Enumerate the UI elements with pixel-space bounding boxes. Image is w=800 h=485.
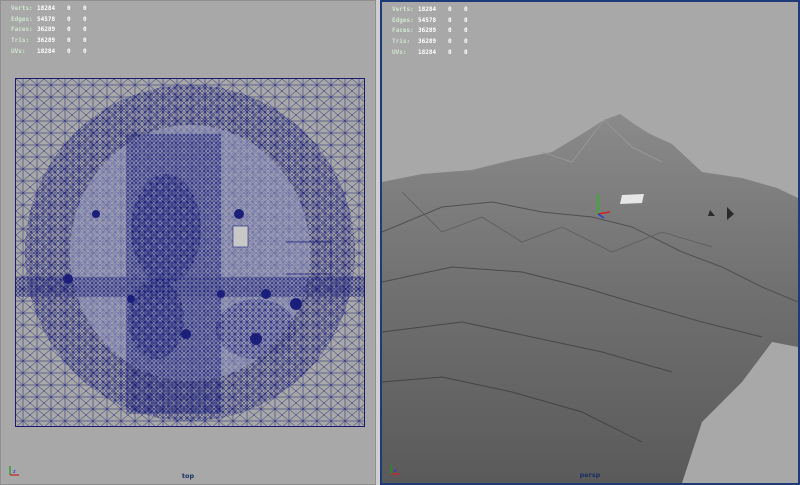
- terrain-wireframe-top[interactable]: [15, 78, 365, 427]
- top-viewport[interactable]: Verts: 18284 0 0 Edges: 54578 0 0 Faces: 36289 0…: [0, 0, 376, 485]
- terrain-shaded-persp[interactable]: [382, 2, 798, 483]
- stat-faces: Faces: 36289 0 0: [392, 27, 468, 35]
- stat-edges: Edges: 54578 0 0: [392, 16, 468, 24]
- stat-verts: Verts: 18284 0 0: [11, 4, 87, 12]
- poly-count-hud: Verts: 18284 0 0 Edges: 54578 0 0 Faces: 36289 0…: [392, 4, 480, 57]
- stat-tris: Tris: 36289 0 0: [11, 36, 87, 44]
- persp-viewport[interactable]: Verts: 18284 0 0 Edges: 54578 0 0 Faces: 36289 0…: [380, 0, 800, 485]
- camera-label: persp: [579, 471, 601, 479]
- stat-verts: Verts: 18284 0 0: [392, 5, 468, 13]
- stat-uvs: UVs: 18284 0 0: [392, 48, 468, 56]
- stat-uvs: UVs: 18284 0 0: [11, 47, 87, 55]
- poly-count-hud: Verts: 18284 0 0 Edges: 54578 0 0 Faces: 36289 0…: [11, 3, 99, 56]
- stat-tris: Tris: 36289 0 0: [392, 37, 468, 45]
- stat-faces: Faces: 36289 0 0: [11, 26, 87, 34]
- stat-edges: Edges: 54578 0 0: [11, 15, 87, 23]
- camera-label: top: [181, 472, 195, 480]
